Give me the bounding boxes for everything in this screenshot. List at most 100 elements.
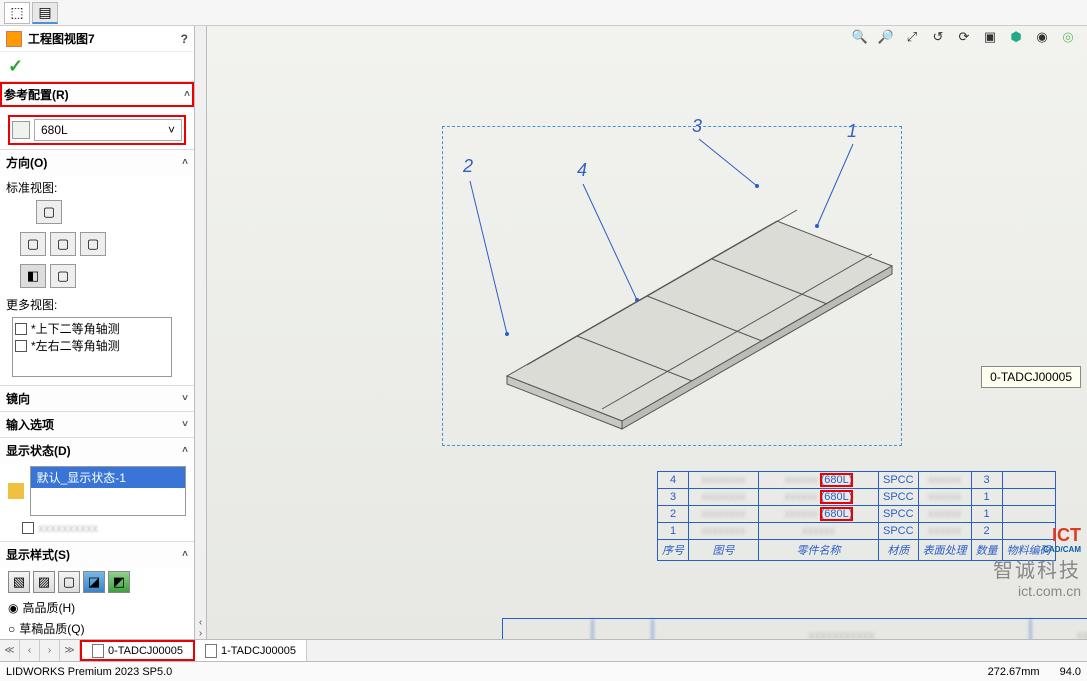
table-row[interactable]: 1 xxxxxxxx xxxxxx SPCC xxxxxx 2 [658,523,1056,540]
view-btn[interactable]: ▢ [80,232,106,256]
section-dispstate: 显示状态(D) ˄ 默认_显示状态-1 xxxxxxxxxx [0,437,194,541]
view-btn[interactable]: ▢ [50,232,76,256]
section-dispstyle-head[interactable]: 显示样式(S) ˄ [0,542,194,567]
section-orient: 方向(O) ˄ 标准视图: ▢ ▢ ▢ ▢ ◧ ▢ [0,149,194,385]
checkbox-icon[interactable] [15,340,27,352]
section-dispstate-head[interactable]: 显示状态(D) ˄ [0,438,194,463]
list-item[interactable]: 默认_显示状态-1 [31,467,185,488]
tab-feature-icon[interactable]: ⬚ [4,2,30,24]
perspective-icon[interactable]: ◎ [1059,28,1077,46]
title-block[interactable]: xxxxxxxxxxx xxxxxxxx [502,618,1087,639]
table-row[interactable]: 2 xxxxxxxx xxxxxx (680L) SPCC xxxxxx 1 [658,506,1056,523]
quality-draft-row[interactable]: ○ 草稿品质(Q) [0,618,194,639]
tooltip: 0-TADCJ00005 [981,366,1081,388]
tab-first-icon[interactable]: ≪ [0,640,20,661]
checkbox-icon[interactable] [22,522,34,534]
isometric-view[interactable] [497,181,897,431]
list-item[interactable]: *左右二等角轴测 [15,337,169,354]
config-icon [12,121,30,139]
radio-icon[interactable]: ○ [8,622,15,636]
style-hidden-icon[interactable]: ▨ [33,571,55,593]
property-manager: 工程图视图7 ? ✓ 参考配置(R) ˄ 680L ˅ [0,26,195,639]
orient-icon[interactable]: ⟳ [955,28,973,46]
section-config-head[interactable]: 参考配置(R) ˄ [0,82,194,107]
view-btn[interactable]: ◧ [20,264,46,288]
pm-title-row: 工程图视图7 ? [0,26,194,52]
sheet-icon [92,644,104,658]
zoom-area-icon[interactable]: 🔎 [877,28,895,46]
chevron-down-icon: ˅ [182,419,188,430]
section-config-label: 参考配置(R) [4,86,69,103]
status-dimension: 272.67mm [988,666,1040,678]
view-btn[interactable]: ▢ [50,264,76,288]
more-views-list[interactable]: *上下二等角轴测 *左右二等角轴测 [12,317,172,377]
table-row[interactable]: 4 xxxxxxxx xxxxxx (680L) SPCC xxxxxx 3 [658,472,1056,489]
balloon[interactable]: 4 [577,160,587,181]
arrow-icon: › [195,628,206,639]
chevron-down-icon: ˅ [182,393,188,404]
list-item[interactable]: *上下二等角轴测 [15,320,169,337]
section-input: 输入选项 ˅ [0,411,194,437]
ok-button[interactable]: ✓ [8,56,23,77]
sheet-tab-row: ≪ ‹ › ≫ 0-TADCJ00005 1-TADCJ00005 [0,639,1087,661]
section-input-label: 输入选项 [6,416,54,433]
section-dispstyle-label: 显示样式(S) [6,546,70,563]
pm-title: 工程图视图7 [28,30,95,47]
section-dispstyle: 显示样式(S) ˄ ▧ ▨ ▢ ◪ ◩ ◉ 高品质(H) ○ 草稿品质(Q) [0,541,194,639]
help-icon[interactable]: ? [181,32,188,46]
style-shade-icon[interactable]: ◪ [83,571,105,593]
status-zoom: 94.0 [1060,666,1081,678]
section-icon[interactable]: ▣ [981,28,999,46]
balloon[interactable]: 3 [692,116,702,137]
view-hud: 🔍 🔎 ⤢ ↺ ⟳ ▣ ⬢ ◉ ◎ [851,28,1077,46]
shade-icon[interactable]: ⬢ [1007,28,1025,46]
sheet-tab[interactable]: 1-TADCJ00005 [195,640,307,661]
chevron-up-icon: ˄ [184,89,190,100]
zoom-sel-icon[interactable]: ⤢ [903,28,921,46]
display-state-list[interactable]: 默认_显示状态-1 [30,466,186,516]
balloon[interactable]: 1 [847,121,857,142]
scene-icon[interactable]: ◉ [1033,28,1051,46]
rotate-icon[interactable]: ↺ [929,28,947,46]
section-orient-head[interactable]: 方向(O) ˄ [0,150,194,175]
more-views-label: 更多视图: [6,296,188,313]
app-version: LIDWORKS Premium 2023 SP5.0 [6,666,172,678]
sheet-tab[interactable]: 0-TADCJ00005 [80,640,195,661]
tab-drawing-icon[interactable]: ▤ [32,2,58,24]
zoom-fit-icon[interactable]: 🔍 [851,28,869,46]
style-shade2-icon[interactable]: ◩ [108,571,130,593]
section-input-head[interactable]: 输入选项 ˅ [0,412,194,437]
checkbox-icon[interactable] [15,323,27,335]
table-header-row: 序号 图号 零件名称 材质 表面处理 数量 物料编码 [658,540,1056,561]
tab-next-icon[interactable]: › [40,640,60,661]
panel-tab-row: ⬚ ▤ [0,0,1087,26]
status-bar: LIDWORKS Premium 2023 SP5.0 272.67mm 94.… [0,661,1087,681]
style-wire-icon[interactable]: ▧ [8,571,30,593]
radio-icon[interactable]: ◉ [8,601,18,615]
drawing-view-icon [6,31,22,47]
chevron-up-icon: ˄ [182,445,188,456]
balloon[interactable]: 2 [463,156,473,177]
std-views-grid: ▢ [6,196,188,228]
style-icons: ▧ ▨ ▢ ◪ ◩ [0,567,194,597]
bom-table[interactable]: 4 xxxxxxxx xxxxxx (680L) SPCC xxxxxx 3 3… [657,471,1056,561]
section-mirror-head[interactable]: 镜向 ˅ [0,386,194,411]
chevron-up-icon: ˄ [182,157,188,168]
drawing-canvas[interactable]: 🔍 🔎 ⤢ ↺ ⟳ ▣ ⬢ ◉ ◎ C D E 1 2 3 4 [207,26,1087,639]
section-dispstate-label: 显示状态(D) [6,442,71,459]
config-row: 680L ˅ [8,115,186,145]
view-btn[interactable]: ▢ [36,200,62,224]
config-dropdown[interactable]: 680L ˅ [34,119,182,141]
dispstate-option[interactable]: xxxxxxxxxx [0,519,194,541]
std-views-label: 标准视图: [6,179,188,196]
section-orient-label: 方向(O) [6,154,47,171]
tab-last-icon[interactable]: ≫ [60,640,80,661]
splitter[interactable]: ‹ › [195,26,207,639]
quality-hq-row[interactable]: ◉ 高品质(H) [0,597,194,618]
appearance-icon [8,483,24,499]
style-norm-icon[interactable]: ▢ [58,571,80,593]
view-btn[interactable]: ▢ [20,232,46,256]
std-views-grid2: ▢ ▢ ▢ [6,228,188,260]
tab-prev-icon[interactable]: ‹ [20,640,40,661]
table-row[interactable]: 3 xxxxxxxx xxxxxx (680L) SPCC xxxxxx 1 [658,489,1056,506]
